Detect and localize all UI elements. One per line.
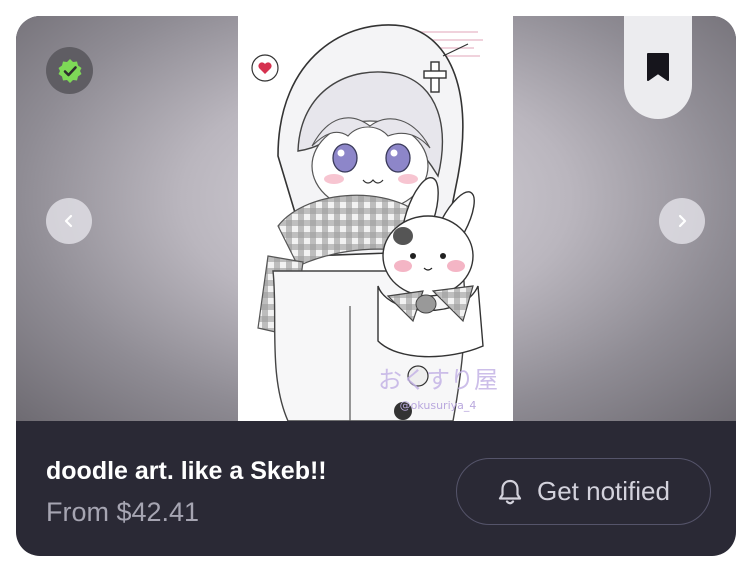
bell-icon (497, 478, 523, 506)
chevron-left-icon (64, 214, 73, 228)
chevron-right-icon (678, 214, 687, 228)
bookmark-icon (647, 52, 669, 81)
get-notified-button[interactable]: Get notified (456, 458, 711, 525)
artwork-handle: @okusuriya_4 (400, 399, 477, 412)
listing-image-carousel[interactable]: おくすり屋 @okusuriya_4 (16, 16, 736, 421)
next-image-button[interactable] (659, 198, 705, 244)
artwork-image: おくすり屋 @okusuriya_4 (238, 16, 513, 421)
verified-badge (46, 47, 93, 94)
listing-price: From $42.41 (46, 497, 200, 527)
artwork-caption: おくすり屋 (378, 366, 498, 394)
bookmark-button[interactable] (624, 16, 692, 119)
previous-image-button[interactable] (46, 198, 92, 244)
listing-info: doodle art. like a Skeb!! From $42.41 Ge… (16, 421, 736, 556)
check-badge-icon (58, 58, 81, 83)
listing-title[interactable]: doodle art. like a Skeb!! (46, 457, 327, 486)
get-notified-label: Get notified (537, 476, 670, 506)
listing-card[interactable]: おくすり屋 @okusuriya_4 doodle art. like a Sk… (16, 16, 736, 556)
